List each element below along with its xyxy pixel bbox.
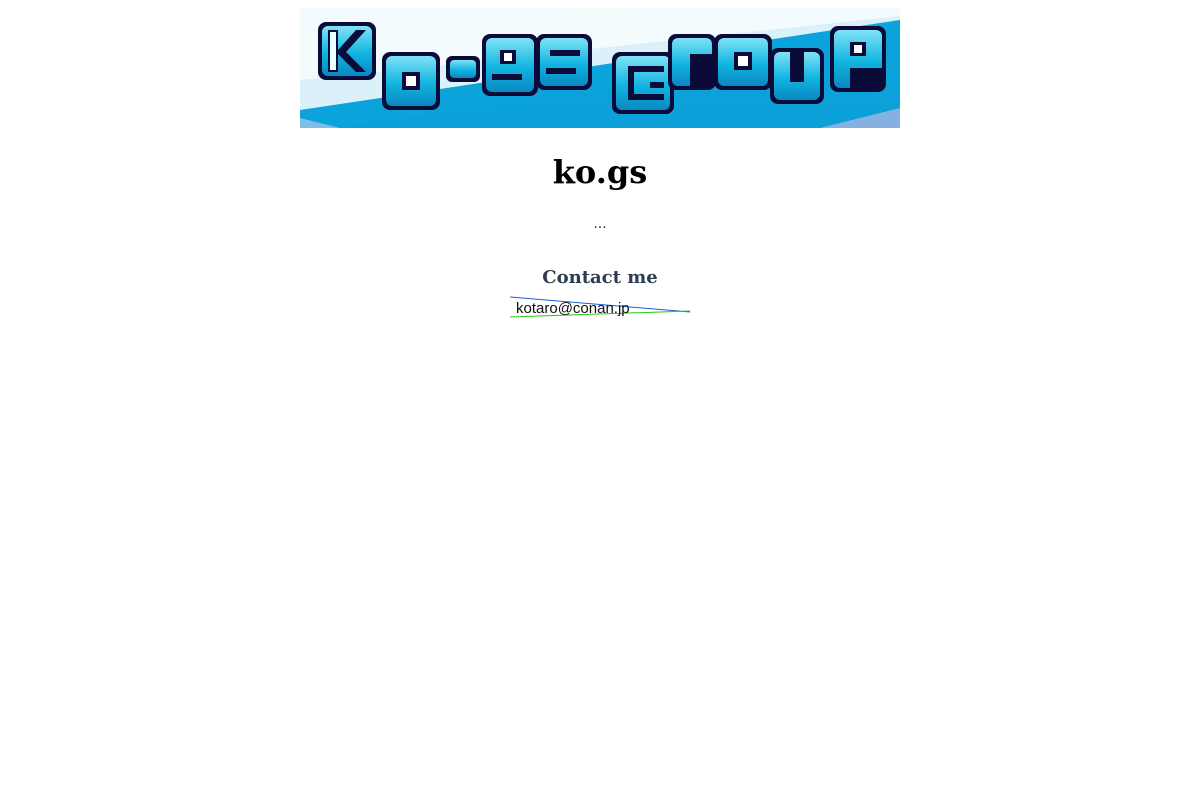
page: ko.gs ... Contact me kotaro@conan.jp xyxy=(0,0,1200,800)
email-image-text: kotaro@conan.jp xyxy=(516,300,630,317)
tagline: ... xyxy=(593,216,607,232)
page-title: ko.gs xyxy=(552,153,648,191)
contact-heading: Contact me xyxy=(542,267,658,288)
ko-gs-group-logo xyxy=(300,8,900,128)
site-banner xyxy=(300,8,900,128)
email-address-image: kotaro@conan.jp xyxy=(510,296,690,318)
